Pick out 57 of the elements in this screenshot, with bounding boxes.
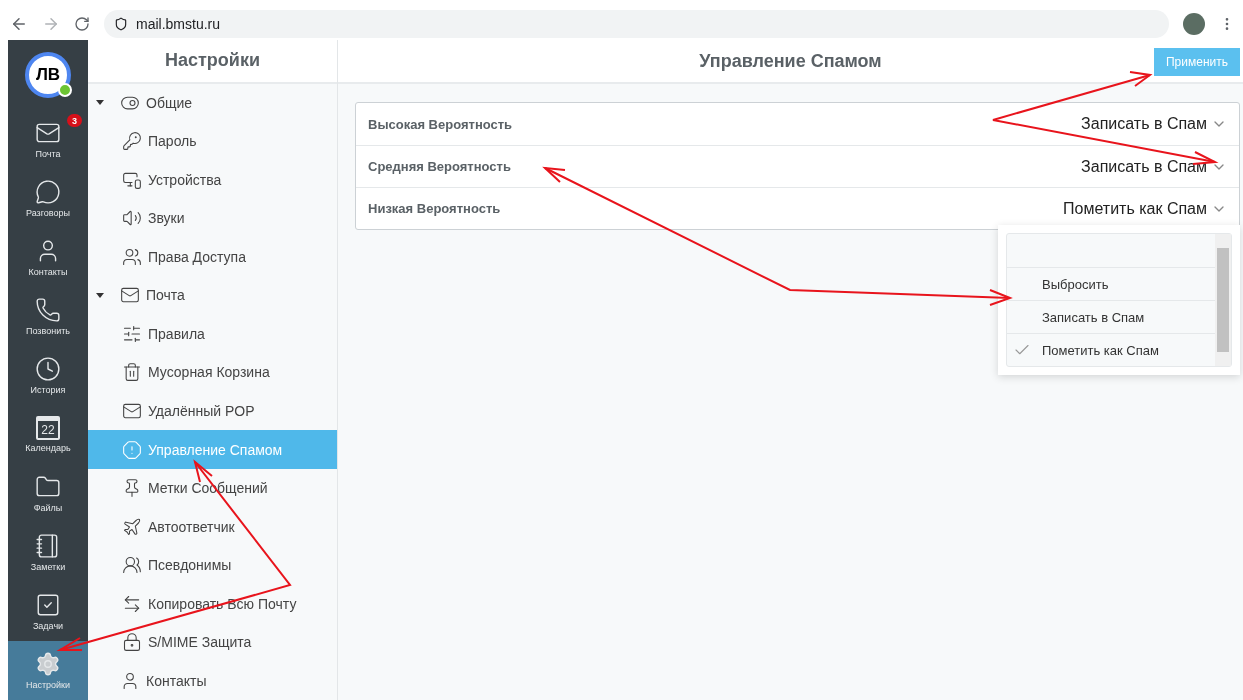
envelope-icon — [122, 401, 142, 421]
lock-icon — [122, 632, 142, 653]
tree-item[interactable]: Автоответчик — [88, 507, 337, 546]
trash-icon — [122, 362, 142, 383]
key-icon — [122, 131, 142, 152]
tree-item[interactable]: S/MIME Защита — [88, 622, 337, 662]
row-label: Средняя Вероятность — [368, 159, 511, 174]
sliders-icon — [122, 323, 142, 344]
arrows-icon — [122, 593, 142, 614]
rail-item[interactable]: Настройки — [8, 641, 88, 700]
row-label: Низкая Вероятность — [368, 201, 501, 216]
rail-item[interactable]: Контакты — [8, 228, 88, 287]
site-icon — [114, 17, 128, 31]
reload-icon[interactable] — [74, 16, 90, 32]
tree-item[interactable]: Пароль — [88, 122, 337, 161]
rail-item[interactable]: Задачи — [8, 582, 88, 641]
rail-item[interactable]: Позвонить — [8, 287, 88, 346]
panel-title: Настройки — [88, 40, 337, 84]
tree-item[interactable]: Устройства — [88, 160, 337, 200]
back-icon[interactable] — [10, 15, 28, 33]
users-icon — [122, 246, 142, 267]
chat-bubble-icon — [35, 179, 61, 205]
settings-icon — [35, 651, 61, 677]
row-label: Высокая Вероятность — [368, 116, 513, 132]
url-text: mail.bmstu.ru — [136, 16, 221, 32]
profile-avatar[interactable] — [1183, 13, 1205, 35]
tree-item[interactable]: Правила — [88, 314, 337, 354]
page-title: Управление Спамом — [699, 50, 882, 72]
select-field[interactable]: Пометить как Спам — [1063, 199, 1227, 218]
tree-item[interactable]: Звуки — [88, 199, 337, 238]
checkbox-icon — [35, 592, 61, 618]
tree-item[interactable]: Права Доступа — [88, 237, 337, 277]
unread-badge: 3 — [67, 114, 82, 127]
rail-item[interactable]: Файлы — [8, 464, 88, 523]
people-icon — [122, 555, 142, 576]
plane-icon — [122, 516, 142, 537]
tree-item[interactable]: Копировать Всю Почту — [88, 584, 337, 623]
tree-group-item[interactable]: Контакты — [88, 661, 337, 700]
scrollbar[interactable] — [1215, 234, 1231, 366]
rail-item[interactable]: Почта 3 — [8, 110, 88, 169]
select-field[interactable]: Записать в Спам — [1081, 115, 1227, 133]
alert-icon — [122, 439, 142, 460]
rail-item[interactable]: 22 Календарь — [8, 405, 88, 464]
tree-item[interactable]: Псевдонимы — [88, 545, 337, 585]
rail-item[interactable]: История — [8, 346, 88, 405]
address-field[interactable]: mail.bmstu.ru — [104, 10, 1169, 38]
user-avatar[interactable]: ЛВ — [25, 52, 71, 98]
rail-item[interactable]: Разговоры — [8, 169, 88, 228]
phone-icon — [35, 297, 61, 323]
tree-item[interactable]: Мусорная Корзина — [88, 353, 337, 392]
select-field[interactable]: Записать в Спам — [1081, 157, 1227, 176]
calendar-icon: 22 — [36, 416, 60, 440]
tree-group-item[interactable]: Почта — [88, 276, 337, 315]
clock-icon — [35, 356, 61, 382]
rail-item[interactable]: Заметки — [8, 523, 88, 582]
tree-group-item[interactable]: Общие — [88, 83, 337, 123]
tree-item[interactable]: Удалённый POP — [88, 391, 337, 431]
